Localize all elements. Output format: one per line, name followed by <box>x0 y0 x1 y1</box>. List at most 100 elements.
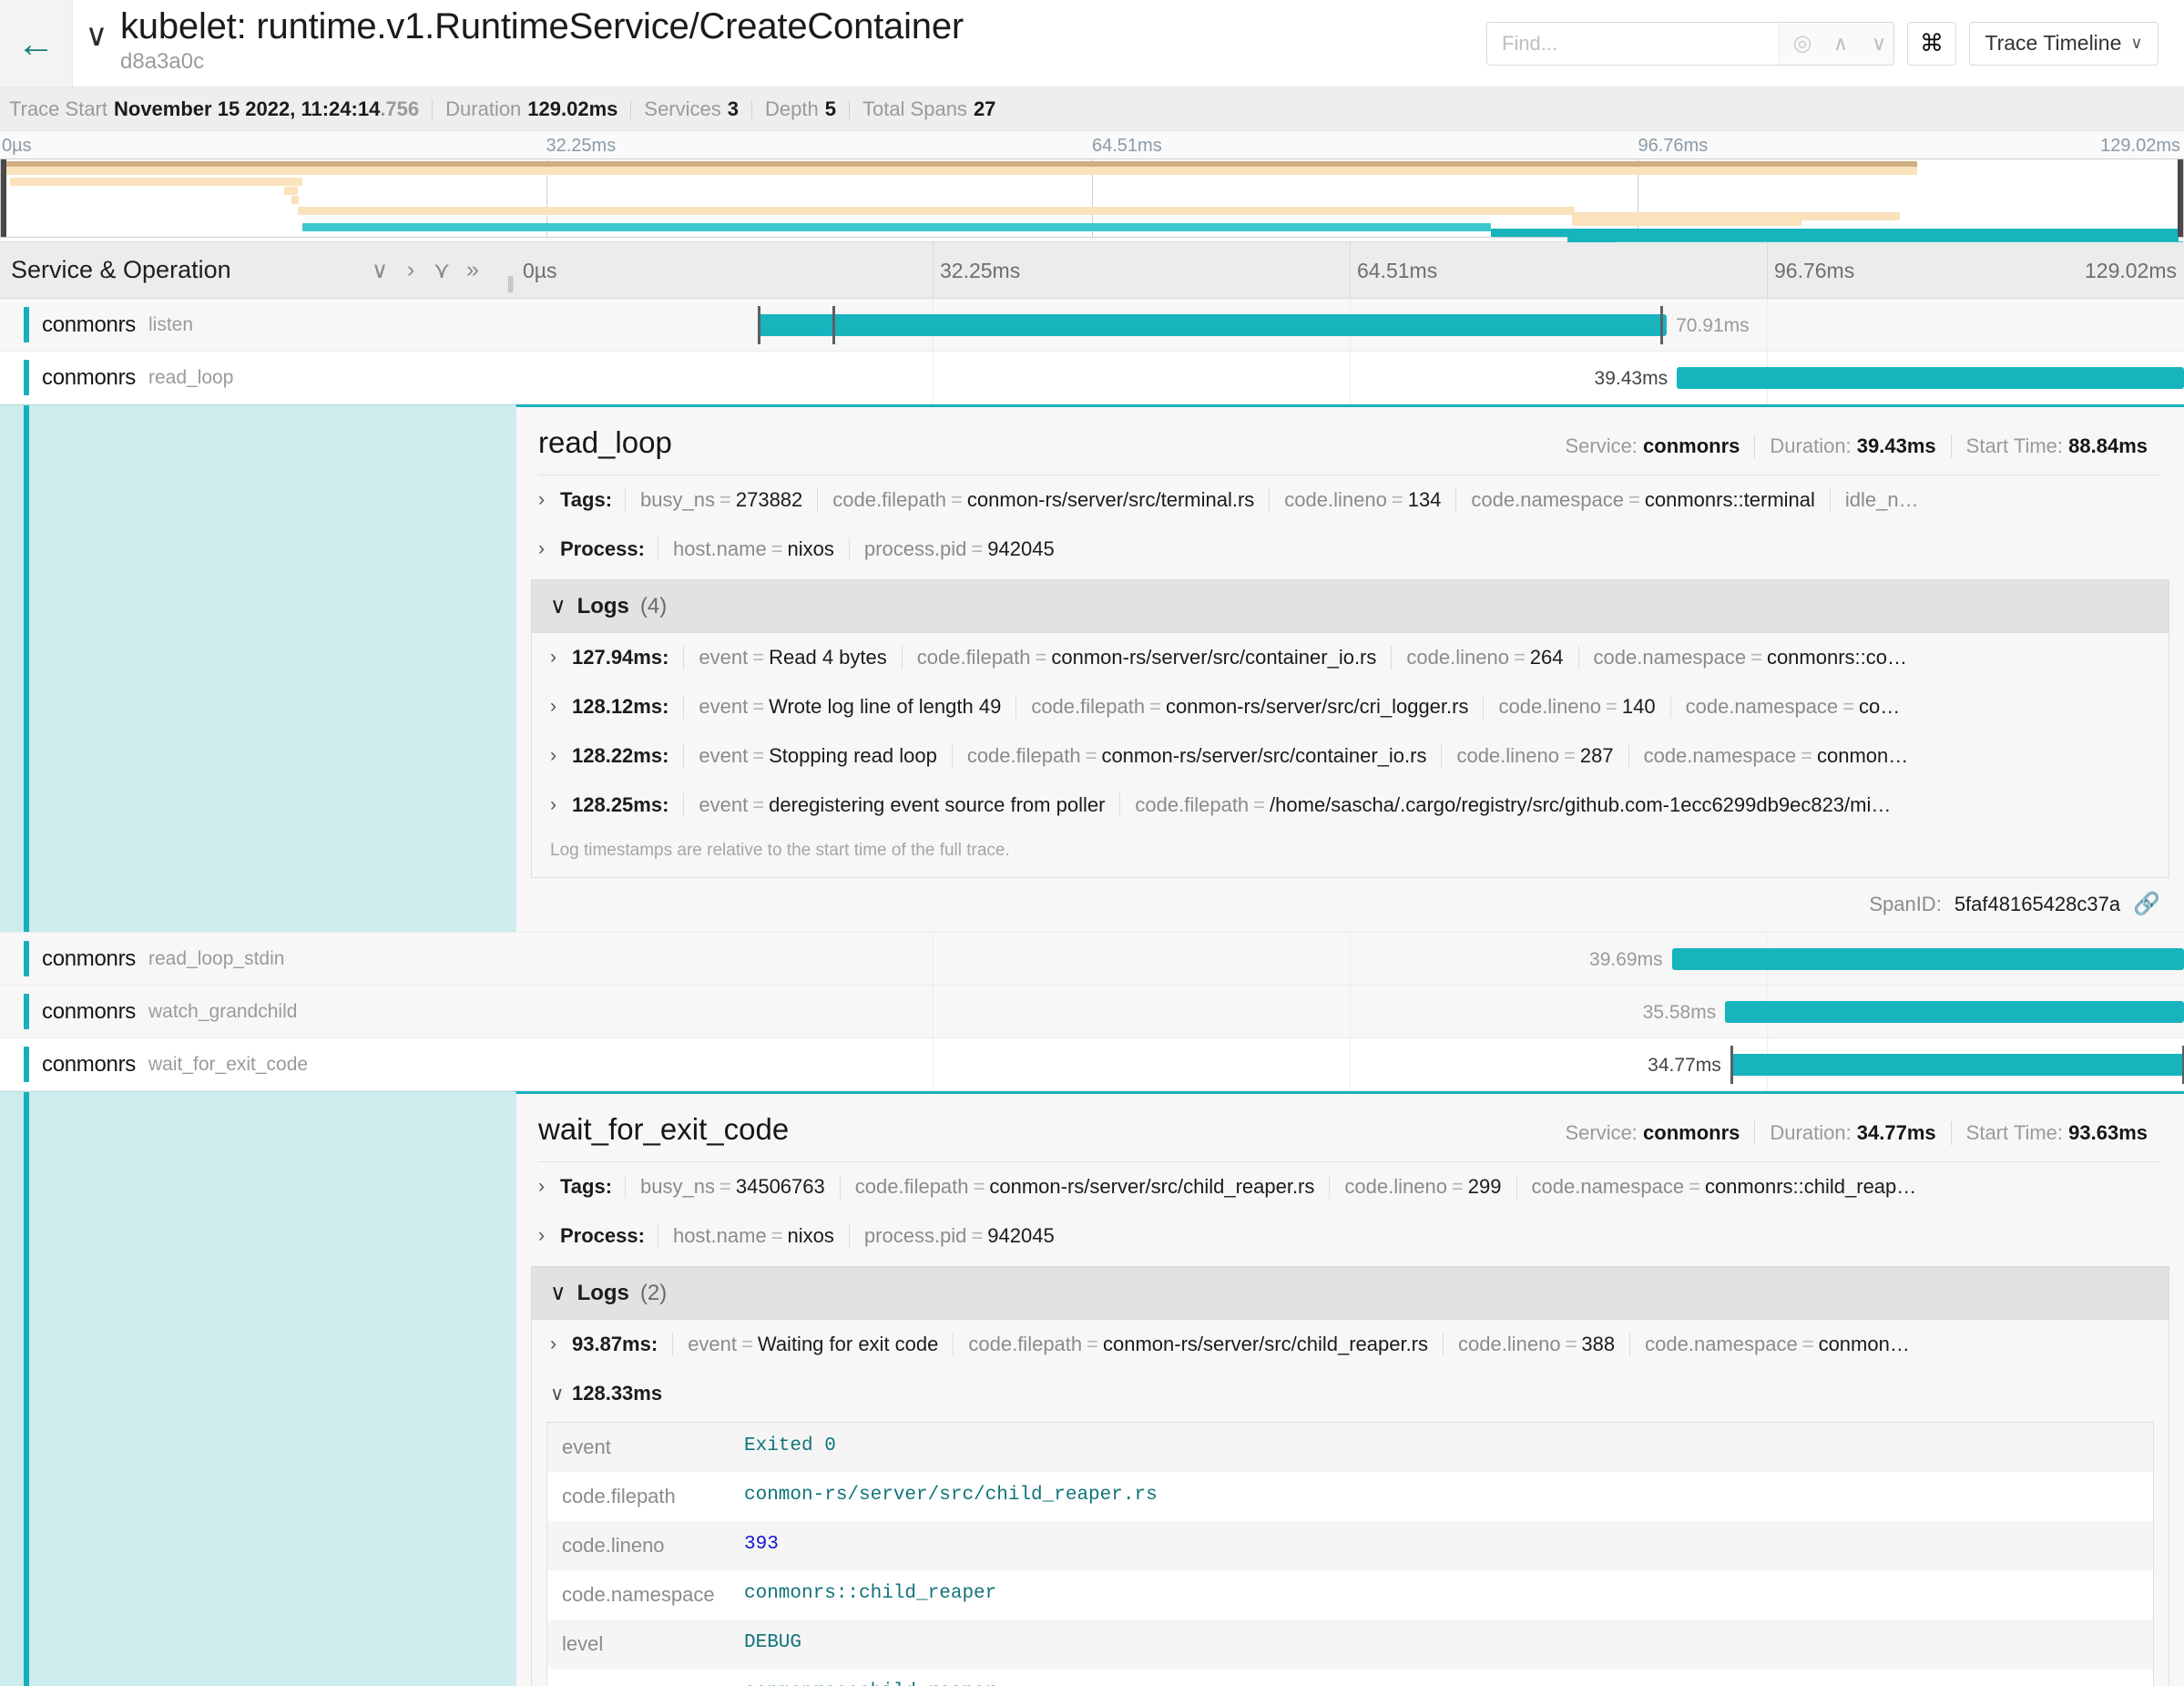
column-resize-handle[interactable]: ||| <box>506 274 512 294</box>
span-row[interactable]: conmonrsread_loop_stdin 39.69ms <box>0 933 2184 986</box>
logs-section-header[interactable]: ∨Logs(2) <box>531 1266 2169 1320</box>
chevron-down-icon[interactable]: ∨ <box>1860 34 1894 54</box>
chevron-right-icon[interactable]: › <box>550 1333 572 1355</box>
minimap-span-bar <box>291 196 299 204</box>
timeline-tick-label: 0µs <box>523 259 557 283</box>
equals-sign: = <box>1624 488 1645 511</box>
log-field-key: code.namespace <box>1686 695 1839 718</box>
span-process-row[interactable]: ›Process:host.name=nixosprocess.pid=9420… <box>516 1211 2184 1261</box>
span-duration-bar[interactable] <box>1725 1001 2184 1023</box>
span-operation-name: watch_grandchild <box>148 1001 297 1023</box>
minimap-drag-handle-left[interactable] <box>1 159 6 237</box>
log-entry-expanded-header[interactable]: ∨128.33ms <box>532 1369 2169 1418</box>
span-tags-row[interactable]: ›Tags:busy_ns=34506763code.filepath=conm… <box>516 1162 2184 1211</box>
logs-section-header[interactable]: ∨Logs(4) <box>531 579 2169 633</box>
total-spans-value: 27 <box>974 97 995 121</box>
tag-chip: code.lineno=299 <box>1329 1175 1516 1199</box>
trace-collapse-toggle[interactable]: ∨ <box>73 0 120 87</box>
log-entry[interactable]: ›128.25ms:event=deregistering event sour… <box>532 781 2169 830</box>
span-row[interactable]: conmonrsread_loop39.43ms <box>0 352 2184 404</box>
back-button[interactable]: ← <box>0 0 73 87</box>
tag-chip: code.filepath=conmon-rs/server/src/child… <box>840 1175 1330 1199</box>
log-field-value: Exited 0 <box>730 1423 851 1472</box>
log-field: code.filepath=conmon-rs/server/src/conta… <box>902 646 1392 669</box>
chevron-right-icon[interactable]: › <box>550 647 572 669</box>
view-mode-select[interactable]: Trace Timeline ∨ <box>1969 22 2158 66</box>
service-color-bar <box>24 941 29 976</box>
detail-start-time: Start Time: 93.63ms <box>1951 1121 2162 1145</box>
page-title: kubelet: runtime.v1.RuntimeService/Creat… <box>120 5 1486 47</box>
minimap-drag-handle-right[interactable] <box>2178 159 2183 237</box>
span-row-label[interactable]: conmonrslisten <box>0 299 515 351</box>
tag-key: code.namespace <box>1532 1175 1685 1198</box>
span-bar-track[interactable]: 35.58ms <box>515 986 2184 1037</box>
span-row-label[interactable]: conmonrsread_loop_stdin <box>0 933 515 985</box>
tag-value: nixos <box>788 537 834 560</box>
log-field-key: code.namespace <box>547 1570 730 1620</box>
span-process-row[interactable]: ›Process:host.name=nixosprocess.pid=9420… <box>516 525 2184 574</box>
chevron-right-icon[interactable]: › <box>550 745 572 767</box>
trace-minimap[interactable]: 0µs32.25ms64.51ms96.76ms129.02ms <box>0 131 2184 242</box>
span-bar-track[interactable]: 39.43ms <box>515 352 2184 404</box>
double-chevron-down-icon[interactable]: ⋎ <box>426 257 457 284</box>
command-icon: ⌘ <box>1920 29 1944 57</box>
crosshair-icon[interactable]: ◎ <box>1783 33 1822 55</box>
table-row: levelDEBUG <box>547 1620 2153 1669</box>
span-row-label[interactable]: conmonrswait_for_exit_code <box>0 1038 515 1090</box>
log-field-key: code.namespace <box>1594 646 1747 669</box>
keyboard-shortcuts-button[interactable]: ⌘ <box>1907 22 1956 66</box>
span-duration-bar[interactable] <box>1672 948 2184 970</box>
chevron-down-icon[interactable]: ∨ <box>364 257 395 284</box>
row-gridline <box>933 933 934 985</box>
minimap-tick: 96.76ms <box>1638 136 1709 157</box>
log-field-key: code.lineno <box>547 1521 730 1570</box>
span-row[interactable]: conmonrslisten70.91ms <box>0 299 2184 352</box>
span-detail-meta: Service: conmonrsDuration: 39.43msStart … <box>1550 434 2162 458</box>
span-tick-marker <box>1730 1046 1733 1084</box>
chevron-right-icon[interactable]: › <box>538 538 560 560</box>
span-duration-label: 39.69ms <box>1589 949 1663 971</box>
span-bar-track[interactable]: 39.69ms <box>515 933 2184 985</box>
link-icon[interactable]: 🔗 <box>2133 891 2160 917</box>
span-detail-meta: Service: conmonrsDuration: 34.77msStart … <box>1550 1121 2162 1145</box>
span-duration-bar[interactable] <box>1730 1054 2184 1076</box>
span-duration-label: 34.77ms <box>1648 1055 1721 1077</box>
span-id-label: SpanID: <box>1869 893 1942 916</box>
chevron-right-icon[interactable]: › <box>395 257 426 283</box>
minimap-canvas[interactable] <box>0 158 2184 238</box>
span-row-label[interactable]: conmonrsread_loop <box>0 352 515 404</box>
logs-footnote: Log timestamps are relative to the start… <box>532 830 2169 877</box>
log-entry[interactable]: ›127.94ms:event=Read 4 bytescode.filepat… <box>532 633 2169 682</box>
double-chevron-right-icon[interactable]: » <box>457 257 488 283</box>
span-bar-track[interactable]: 70.91ms <box>515 299 2184 351</box>
tag-value: conmonrs::child_reap… <box>1705 1175 1916 1198</box>
chevron-right-icon[interactable]: › <box>550 696 572 718</box>
equals-sign: = <box>715 1175 736 1198</box>
chevron-right-icon[interactable]: › <box>538 1225 560 1247</box>
span-operation-name: wait_for_exit_code <box>148 1054 308 1076</box>
span-duration-bar[interactable] <box>1677 367 2184 389</box>
span-tags-row[interactable]: ›Tags:busy_ns=273882code.filepath=conmon… <box>516 475 2184 525</box>
span-row-label[interactable]: conmonrswatch_grandchild <box>0 986 515 1037</box>
tag-chip: host.name=nixos <box>658 1224 849 1248</box>
log-field-value: deregistering event source from poller <box>769 793 1105 816</box>
log-entry[interactable]: ›128.22ms:event=Stopping read loopcode.f… <box>532 731 2169 781</box>
equals-sign: = <box>1081 744 1102 767</box>
chevron-right-icon[interactable]: › <box>538 489 560 511</box>
chevron-right-icon[interactable]: › <box>538 1176 560 1198</box>
span-row[interactable]: conmonrswait_for_exit_code 34.77ms <box>0 1038 2184 1091</box>
tag-value: 273882 <box>736 488 802 511</box>
trace-header: ← ∨ kubelet: runtime.v1.RuntimeService/C… <box>0 0 2184 87</box>
log-field-value: Wrote log line of length 49 <box>769 695 1001 718</box>
chevron-up-icon[interactable]: ∧ <box>1822 34 1860 54</box>
span-row[interactable]: conmonrswatch_grandchild35.58ms <box>0 986 2184 1038</box>
span-duration-bar[interactable] <box>758 314 1667 336</box>
log-field: code.lineno=140 <box>1483 695 1669 719</box>
search-input[interactable] <box>1487 23 1779 65</box>
chevron-down-icon[interactable]: ∨ <box>550 1383 572 1405</box>
depth-label: Depth <box>765 97 819 121</box>
chevron-right-icon[interactable]: › <box>550 794 572 816</box>
log-entry[interactable]: ›128.12ms:event=Wrote log line of length… <box>532 682 2169 731</box>
span-bar-track[interactable]: 34.77ms <box>515 1038 2184 1090</box>
log-entry[interactable]: ›93.87ms:event=Waiting for exit codecode… <box>532 1320 2169 1369</box>
